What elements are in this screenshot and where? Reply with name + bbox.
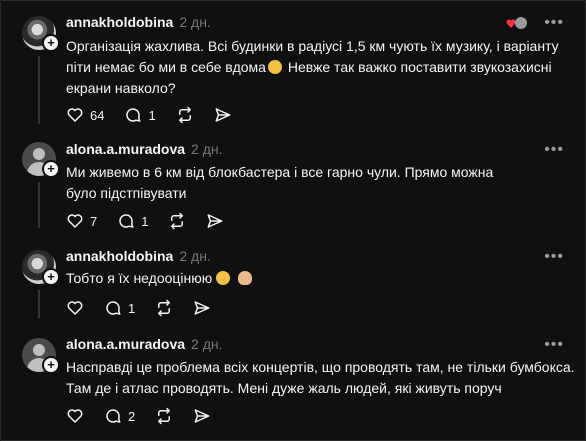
action-bar: 2 bbox=[66, 406, 231, 426]
heart-icon bbox=[67, 108, 83, 122]
like-button[interactable] bbox=[66, 299, 84, 317]
like-button[interactable]: 64 bbox=[66, 106, 104, 124]
like-button[interactable]: 7 bbox=[66, 212, 97, 230]
share-icon bbox=[215, 108, 231, 122]
reply-button[interactable]: 2 bbox=[104, 407, 135, 425]
username[interactable]: alona.a.muradova bbox=[66, 336, 185, 352]
follow-plus-icon[interactable]: + bbox=[42, 356, 60, 374]
like-count: 64 bbox=[90, 107, 105, 123]
post-text-line: піти немає бо ми в себе вдома bbox=[66, 59, 266, 75]
comment-icon bbox=[119, 214, 134, 228]
share-button[interactable] bbox=[206, 212, 224, 230]
reply-button[interactable]: 1 bbox=[104, 299, 135, 317]
follow-plus-icon[interactable]: + bbox=[42, 268, 60, 286]
post-text-line: Насправді це проблема всіх концертів, що… bbox=[66, 359, 575, 375]
like-count: 7 bbox=[90, 213, 98, 229]
post-text-line: Там де і атлас проводять. Мені дуже жаль… bbox=[66, 380, 502, 396]
follow-plus-icon[interactable]: + bbox=[42, 34, 60, 52]
more-options-icon[interactable]: ••• bbox=[544, 141, 564, 159]
heart-icon bbox=[67, 301, 83, 315]
reply-button[interactable]: 1 bbox=[117, 212, 148, 230]
thread-line bbox=[38, 290, 40, 318]
follow-plus-icon[interactable]: + bbox=[42, 160, 60, 178]
more-options-icon[interactable]: ••• bbox=[544, 248, 564, 266]
timestamp[interactable]: 2 дн. bbox=[179, 248, 210, 264]
share-icon bbox=[207, 214, 223, 228]
reply-count: 2 bbox=[128, 408, 136, 424]
share-icon bbox=[194, 301, 210, 315]
comment-icon bbox=[106, 301, 121, 315]
reply-count: 1 bbox=[141, 213, 149, 229]
post-text-line: екрани навколо? bbox=[66, 80, 176, 96]
thread-line bbox=[38, 182, 40, 228]
heart-icon bbox=[67, 214, 83, 228]
share-button[interactable] bbox=[193, 299, 211, 317]
share-button[interactable] bbox=[214, 106, 232, 124]
username[interactable]: annakholdobina bbox=[66, 248, 173, 264]
post-text-line: Ми живемо в 6 км від блокбастера і все г… bbox=[66, 164, 494, 180]
liked-by-icon[interactable] bbox=[506, 16, 528, 30]
post-text-line: Тобто я їх недооцінюю bbox=[66, 270, 213, 286]
repost-icon bbox=[171, 212, 184, 230]
heart-icon bbox=[67, 409, 83, 423]
repost-icon bbox=[158, 407, 171, 425]
post-text-line: Організація жахлива. Всі будинки в радіу… bbox=[66, 38, 559, 54]
reply-button[interactable]: 1 bbox=[124, 106, 156, 124]
timestamp[interactable]: 2 дн. bbox=[179, 14, 210, 30]
repost-button[interactable] bbox=[155, 299, 173, 317]
comment-icon bbox=[106, 409, 121, 423]
post-text-line: було підстпівувати bbox=[66, 185, 187, 201]
repost-button[interactable] bbox=[155, 407, 173, 425]
person-shrugging-emoji-icon bbox=[238, 271, 253, 285]
reply-count: 1 bbox=[148, 107, 156, 123]
thread-line bbox=[38, 56, 40, 124]
username[interactable]: annakholdobina bbox=[66, 14, 173, 30]
post-text-line: Невже так важко поставити звукозахисні bbox=[283, 59, 552, 75]
share-icon bbox=[194, 409, 210, 423]
action-bar: 1 bbox=[66, 298, 231, 318]
grinning-sweat-emoji-icon bbox=[216, 271, 231, 285]
more-options-icon[interactable]: ••• bbox=[544, 14, 564, 32]
like-button[interactable] bbox=[66, 407, 84, 425]
repost-icon bbox=[178, 106, 191, 124]
action-bar: 7 1 bbox=[66, 211, 244, 231]
repost-button[interactable] bbox=[168, 212, 186, 230]
timestamp[interactable]: 2 дн. bbox=[191, 336, 222, 352]
more-options-icon[interactable]: ••• bbox=[544, 336, 564, 354]
grinning-sweat-emoji-icon bbox=[267, 60, 282, 74]
comment-icon bbox=[126, 108, 141, 122]
repost-button[interactable] bbox=[176, 106, 194, 124]
reply-count: 1 bbox=[128, 300, 136, 316]
timestamp[interactable]: 2 дн. bbox=[191, 141, 222, 157]
share-button[interactable] bbox=[193, 407, 211, 425]
username[interactable]: alona.a.muradova bbox=[66, 141, 185, 157]
action-bar: 64 1 bbox=[66, 105, 252, 125]
repost-icon bbox=[158, 299, 171, 317]
